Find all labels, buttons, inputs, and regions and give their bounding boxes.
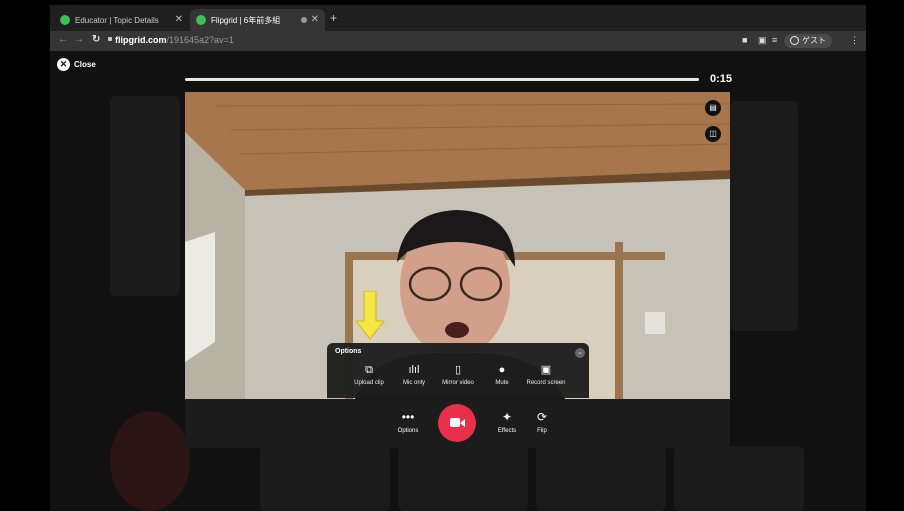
background-thumbnail [398, 446, 528, 511]
recording-progress-bar [185, 78, 699, 81]
url-host: flipgrid.com [115, 35, 167, 45]
record-screen-button[interactable]: ▣ Record screen [518, 363, 574, 386]
effects-button[interactable]: ✦ Effects [487, 409, 527, 434]
collapse-options-icon[interactable]: ⌄ [575, 348, 585, 358]
camera-in-use-icon[interactable]: ■ [742, 35, 747, 45]
forward-icon[interactable]: → [74, 34, 84, 45]
more-dots-icon: ••• [401, 410, 415, 424]
tab-label: Educator | Topic Details [75, 15, 159, 25]
record-screen-icon: ▣ [540, 364, 552, 376]
menu-icon[interactable]: ⋮ [850, 35, 859, 46]
back-icon[interactable]: ← [58, 34, 68, 45]
avatar-icon [790, 36, 799, 45]
video-camera-lens [460, 419, 465, 427]
video-camera-icon [450, 418, 460, 427]
record-screen-label: Record screen [526, 380, 566, 386]
background-thumbnail [260, 446, 390, 511]
flip-camera-icon: ⟳ [536, 410, 548, 424]
lock-icon [108, 37, 112, 41]
record-button[interactable] [438, 404, 476, 442]
options-label: Options [397, 428, 419, 434]
flipgrid-favicon-icon [196, 15, 206, 25]
background-record-button [110, 411, 190, 511]
effects-label: Effects [497, 428, 517, 434]
highlight-arrow-icon [355, 291, 385, 340]
magic-wand-icon: ✦ [501, 410, 513, 424]
flipgrid-favicon-icon [60, 15, 70, 25]
extension-icon[interactable]: ▣ [758, 35, 767, 46]
profile-button[interactable]: ゲスト [784, 34, 832, 48]
new-tab-button[interactable]: + [330, 11, 337, 25]
reading-list-icon[interactable]: ≡ [772, 35, 777, 45]
sticky-note-icon[interactable]: ◫ [705, 126, 721, 142]
close-button[interactable]: ✕ Close [57, 58, 96, 71]
background-panel [110, 96, 180, 296]
tab-educator[interactable]: Educator | Topic Details ✕ [54, 9, 189, 31]
background-thumbnail [536, 446, 666, 511]
url-path: /191645a2?av=1 [166, 35, 234, 45]
browser-toolbar: ← → ↻ flipgrid.com/191645a2?av=1 ■ ▣ ≡ ゲ… [50, 31, 866, 51]
recorder-controls: ••• Options ✦ Effects ⟳ Flip [185, 399, 730, 448]
page-content: ✕ Close 0:15 ▤ ◫ Options ⌄ ⧉ Upload clip… [50, 51, 866, 511]
options-panel-title: Options [335, 348, 362, 355]
close-label: Close [74, 60, 96, 69]
profile-label: ゲスト [802, 36, 826, 45]
options-button[interactable]: ••• Options [388, 409, 428, 434]
flip-button[interactable]: ⟳ Flip [522, 409, 562, 434]
tab-label: Flipgrid | 6年前多組 [211, 15, 281, 25]
browser-window: Educator | Topic Details ✕ Flipgrid | 6年… [50, 5, 866, 511]
tab-flipgrid[interactable]: Flipgrid | 6年前多組 ✕ [190, 9, 325, 31]
recording-timer: 0:15 [710, 73, 733, 85]
tab-bar: Educator | Topic Details ✕ Flipgrid | 6年… [50, 5, 866, 31]
options-panel: Options ⌄ ⧉ Upload clip ılıl Mic only ▯ … [327, 343, 589, 398]
flip-label: Flip [537, 428, 547, 434]
address-bar[interactable]: flipgrid.com/191645a2?av=1 [115, 35, 234, 45]
closed-captions-icon[interactable]: ▤ [705, 100, 721, 116]
background-panel [730, 101, 798, 331]
close-tab-icon[interactable]: ✕ [175, 14, 183, 25]
close-tab-icon[interactable]: ✕ [311, 14, 319, 25]
close-icon: ✕ [57, 58, 70, 71]
background-thumbnail [674, 446, 804, 511]
recording-indicator-icon [301, 17, 307, 23]
reload-icon[interactable]: ↻ [92, 34, 100, 45]
